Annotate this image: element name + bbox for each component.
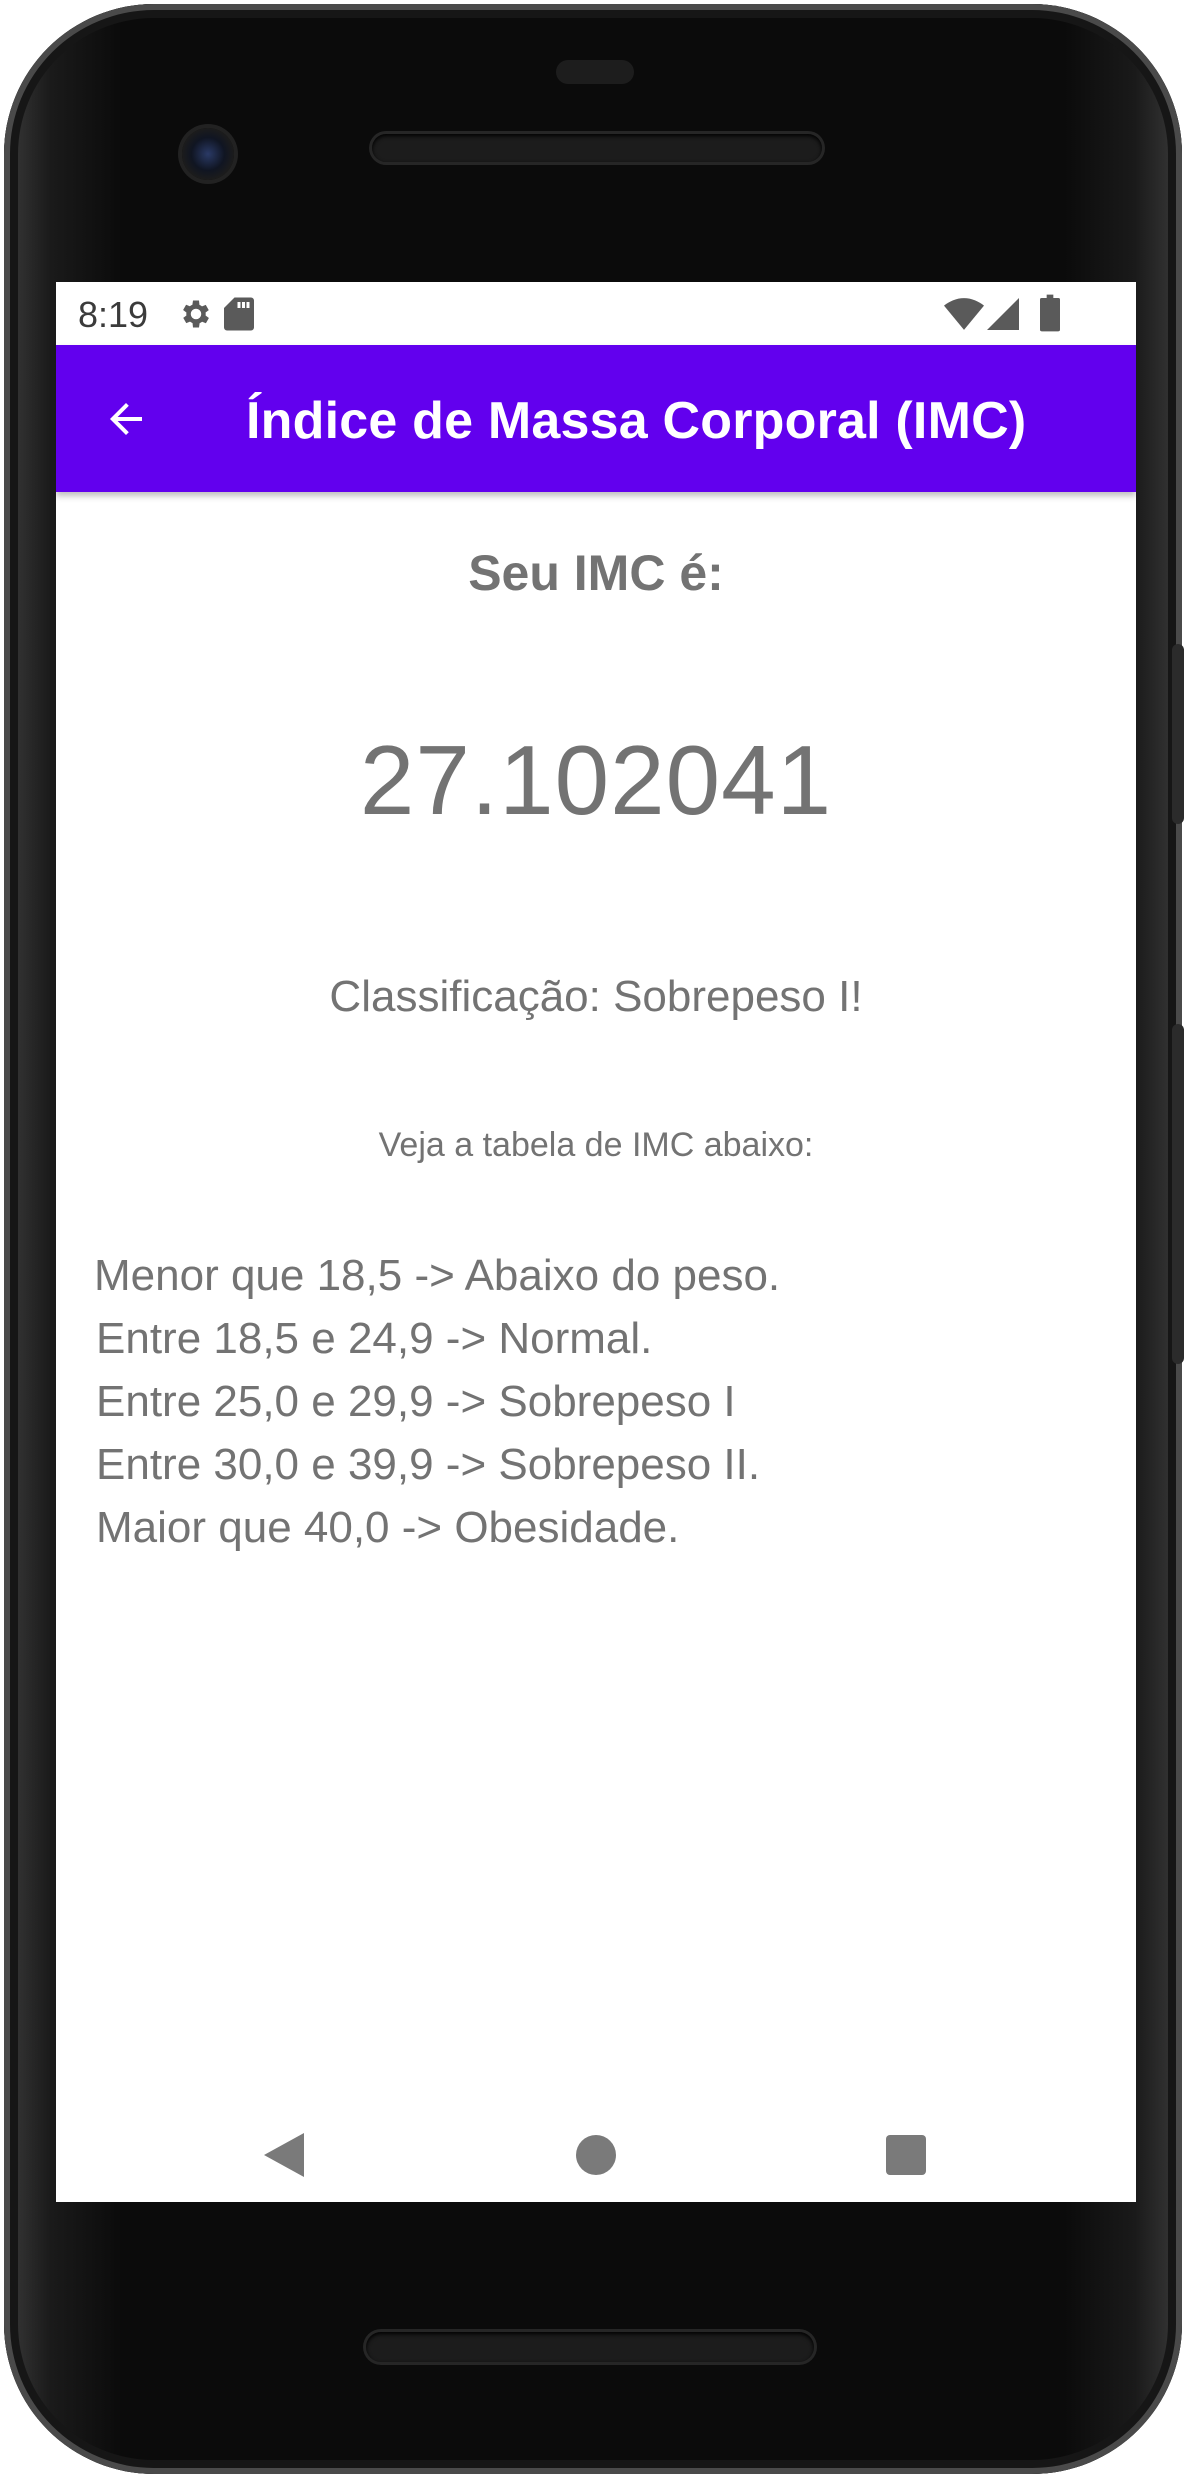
imc-table: Menor que 18,5 -> Abaixo do peso. Entre … [94,1244,781,1559]
nav-back-button[interactable] [234,2112,334,2202]
bottom-speaker [366,2332,814,2362]
status-time: 8:19 [78,294,149,335]
screen: 8:19 Índice de Massa Corporal (IMC) Seu … [56,282,1136,2202]
volume-rocker [1172,1024,1184,1364]
arrow-back-icon[interactable] [102,395,150,443]
back-triangle-icon [264,2132,304,2182]
proximity-sensor [556,60,634,84]
status-bar: 8:19 [56,282,1136,345]
app-title: Índice de Massa Corporal (IMC) [246,392,1027,450]
recents-square-icon [886,2134,926,2180]
imc-table-row: Maior que 40,0 -> Obesidade. [96,1503,680,1552]
power-button [1172,644,1184,824]
imc-table-row: Entre 18,5 e 24,9 -> Normal. [96,1314,653,1363]
front-camera [182,128,234,180]
app-bar: Índice de Massa Corporal (IMC) [56,345,1136,492]
battery-icon [1040,294,1060,337]
imc-table-row: Menor que 18,5 -> Abaixo do peso. [94,1251,781,1300]
home-circle-icon [576,2134,616,2180]
classification-text: Classificação: Sobrepeso I! [329,972,863,1021]
imc-table-row: Entre 30,0 e 39,9 -> Sobrepeso II. [96,1440,761,1489]
result-heading: Seu IMC é: [468,545,724,601]
navigation-bar [56,2112,1136,2202]
table-hint: Veja a tabela de IMC abaixo: [378,1126,814,1164]
wifi-icon [944,298,984,335]
earpiece-speaker [372,134,822,162]
imc-table-row: Entre 25,0 e 29,9 -> Sobrepeso I [96,1377,736,1426]
cell-signal-icon [986,298,1020,335]
imc-value: 27.102041 [359,725,833,835]
nav-recents-button[interactable] [856,2112,956,2202]
nav-home-button[interactable] [546,2112,646,2202]
settings-icon [178,296,214,337]
sd-card-icon [224,296,254,337]
phone-frame: 8:19 Índice de Massa Corporal (IMC) Seu … [4,4,1184,2474]
